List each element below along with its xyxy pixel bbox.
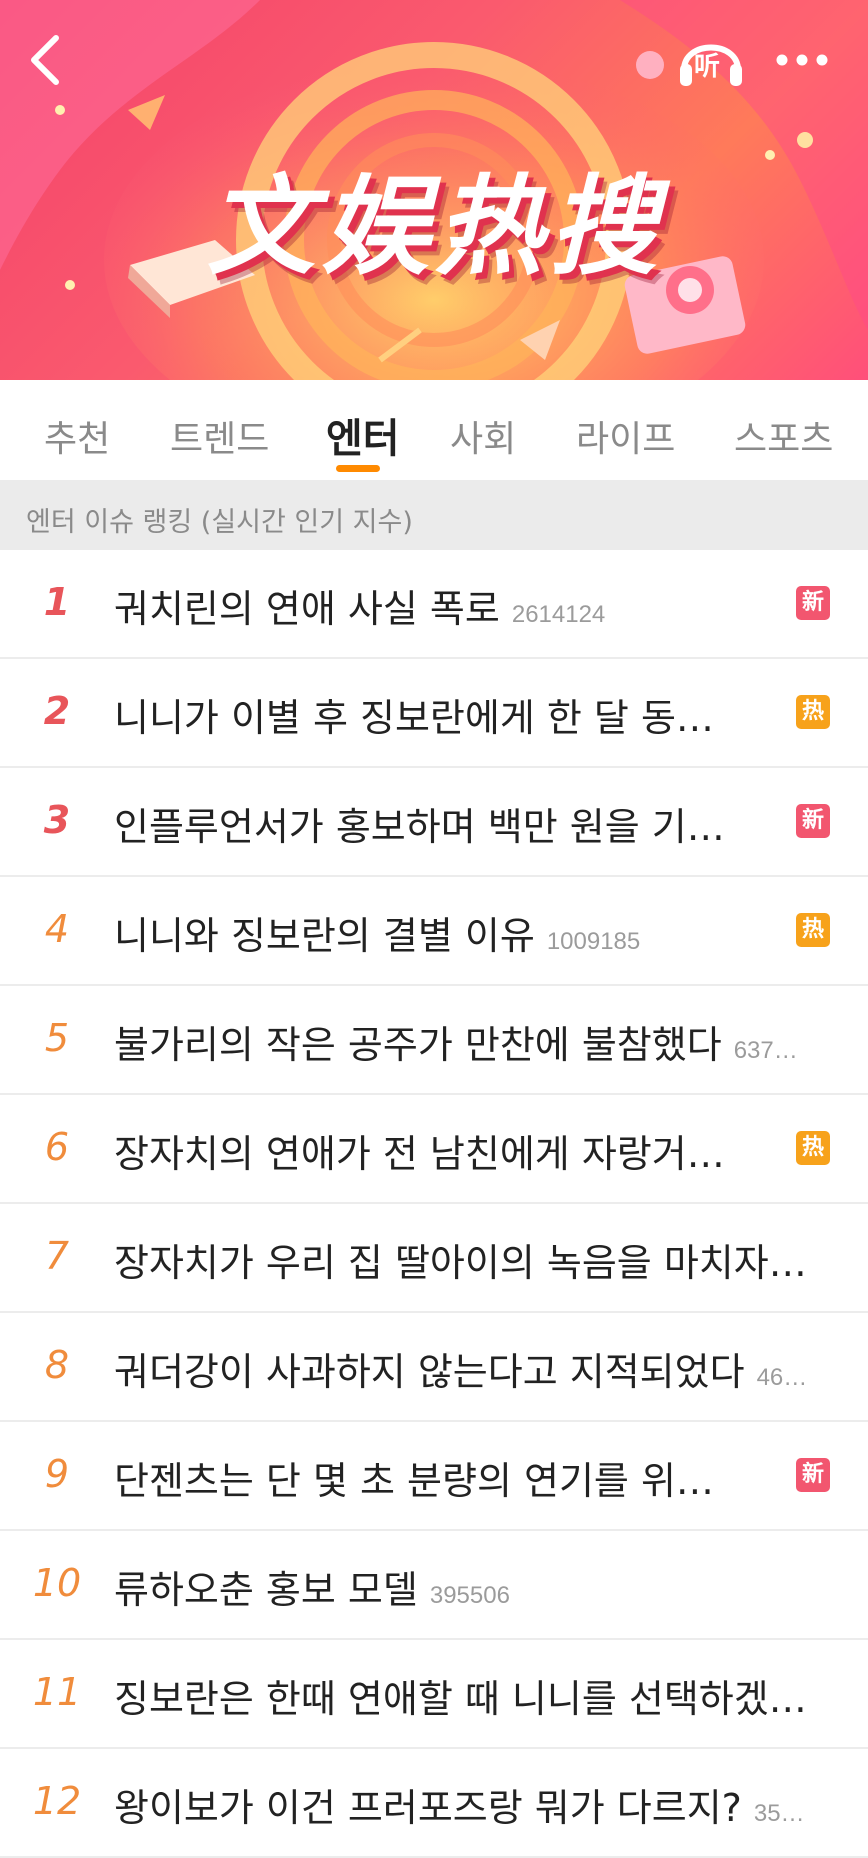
listen-button[interactable]: 听 bbox=[676, 26, 746, 92]
item-title: 궈더강이 사과하지 않는다고 지적되었다 bbox=[114, 1350, 745, 1391]
section-title: 엔터 이슈 랭킹 (실시간 인기 지수) bbox=[26, 507, 413, 538]
list-item[interactable]: 12 왕이보가 이건 프러포즈랑 뭐가 다르지? 35… bbox=[0, 1749, 868, 1858]
active-tab-indicator bbox=[336, 465, 380, 472]
more-dots-icon bbox=[776, 54, 828, 66]
tab-trend[interactable]: 트렌드 bbox=[170, 410, 269, 462]
list-item[interactable]: 4 니니와 징보란의 결별 이유 1009185 热 bbox=[0, 877, 868, 986]
back-button[interactable] bbox=[22, 30, 78, 86]
item-count: 1009185 bbox=[546, 928, 641, 955]
item-text: 징보란은 한때 연애할 때 니니를 선택하겠… bbox=[114, 1668, 844, 1718]
list-item[interactable]: 7 장자치가 우리 집 딸아이의 녹음을 마치자… bbox=[0, 1204, 868, 1313]
rank-number: 12 bbox=[32, 1779, 82, 1823]
item-title: 장자치의 연애가 전 남친에게 자랑거… bbox=[114, 1132, 725, 1173]
item-count: 46… bbox=[756, 1364, 808, 1391]
item-text: 장자치가 우리 집 딸아이의 녹음을 마치자… bbox=[114, 1232, 844, 1282]
list-item[interactable]: 11 징보란은 한때 연애할 때 니니를 선택하겠… bbox=[0, 1640, 868, 1749]
item-title: 인플루언서가 홍보하며 백만 원을 기… bbox=[114, 805, 725, 846]
rank-number: 4 bbox=[44, 907, 70, 951]
header-banner: 听 文娱热搜 bbox=[0, 0, 868, 380]
item-title: 단젠츠는 단 몇 초 분량의 연기를 위… bbox=[114, 1459, 714, 1500]
list-item[interactable]: 1 궈치린의 연애 사실 폭로 2614124 新 bbox=[0, 550, 868, 659]
list-item[interactable]: 3 인플루언서가 홍보하며 백만 원을 기… 新 bbox=[0, 768, 868, 877]
tab-entertainment[interactable]: 엔터 bbox=[326, 406, 400, 464]
category-tabs: 추천 트렌드 엔터 사회 라이프 스포츠 bbox=[0, 380, 868, 480]
item-title: 니니와 징보란의 결별 이유 bbox=[114, 914, 535, 955]
list-item[interactable]: 10 류하오춘 홍보 모델 395506 bbox=[0, 1531, 868, 1640]
rank-number: 8 bbox=[44, 1343, 70, 1387]
item-title: 왕이보가 이건 프러포즈랑 뭐가 다르지? bbox=[114, 1786, 742, 1827]
rank-number: 2 bbox=[43, 689, 71, 733]
rank-number: 7 bbox=[44, 1234, 70, 1278]
item-count: 395506 bbox=[429, 1582, 510, 1609]
item-text: 니니와 징보란의 결별 이유 1009185 bbox=[114, 905, 782, 955]
list-item[interactable]: 5 불가리의 작은 공주가 만찬에 불참했다 637… bbox=[0, 986, 868, 1095]
list-item[interactable]: 9 단젠츠는 단 몇 초 분량의 연기를 위… 新 bbox=[0, 1422, 868, 1531]
item-title: 장자치가 우리 집 딸아이의 녹음을 마치자… bbox=[114, 1241, 807, 1282]
new-badge: 新 bbox=[796, 1458, 830, 1492]
item-count: 637… bbox=[733, 1037, 798, 1064]
hot-badge: 热 bbox=[796, 1131, 830, 1165]
item-count: 35… bbox=[753, 1800, 805, 1827]
item-title: 니니가 이별 후 징보란에게 한 달 동… bbox=[114, 696, 714, 737]
hot-badge: 热 bbox=[796, 913, 830, 947]
more-button[interactable] bbox=[770, 38, 840, 82]
item-title: 불가리의 작은 공주가 만찬에 불참했다 bbox=[114, 1023, 722, 1064]
item-text: 인플루언서가 홍보하며 백만 원을 기… bbox=[114, 796, 782, 846]
item-text: 왕이보가 이건 프러포즈랑 뭐가 다르지? 35… bbox=[114, 1777, 844, 1827]
new-badge: 新 bbox=[796, 586, 830, 620]
rank-number: 5 bbox=[44, 1016, 70, 1060]
tab-life[interactable]: 라이프 bbox=[576, 410, 675, 462]
list-item[interactable]: 6 장자치의 연애가 전 남친에게 자랑거… 热 bbox=[0, 1095, 868, 1204]
ranking-list: 1 궈치린의 연애 사실 폭로 2614124 新 2 니니가 이별 후 징보란에… bbox=[0, 550, 868, 1858]
tab-sports[interactable]: 스포츠 bbox=[734, 410, 833, 462]
tab-society[interactable]: 사회 bbox=[450, 410, 516, 462]
list-item[interactable]: 8 궈더강이 사과하지 않는다고 지적되었다 46… bbox=[0, 1313, 868, 1422]
rank-number: 10 bbox=[32, 1561, 82, 1605]
item-text: 불가리의 작은 공주가 만찬에 불참했다 637… bbox=[114, 1014, 844, 1064]
item-count: 2614124 bbox=[511, 601, 606, 628]
item-text: 단젠츠는 단 몇 초 분량의 연기를 위… bbox=[114, 1450, 782, 1500]
rank-number: 3 bbox=[43, 798, 71, 842]
rank-number: 11 bbox=[32, 1670, 82, 1714]
item-text: 궈치린의 연애 사실 폭로 2614124 bbox=[114, 578, 782, 628]
chevron-left-icon bbox=[31, 35, 59, 85]
item-title: 징보란은 한때 연애할 때 니니를 선택하겠… bbox=[114, 1677, 807, 1718]
item-text: 궈더강이 사과하지 않는다고 지적되었다 46… bbox=[114, 1341, 844, 1391]
section-header: 엔터 이슈 랭킹 (실시간 인기 지수) bbox=[0, 480, 868, 550]
item-title: 궈치린의 연애 사실 폭로 bbox=[114, 587, 500, 628]
hot-badge: 热 bbox=[796, 695, 830, 729]
item-text: 니니가 이별 후 징보란에게 한 달 동… bbox=[114, 687, 782, 737]
list-item[interactable]: 2 니니가 이별 후 징보란에게 한 달 동… 热 bbox=[0, 659, 868, 768]
item-title: 류하오춘 홍보 모델 bbox=[114, 1568, 418, 1609]
banner-title: 文娱热搜 bbox=[206, 165, 663, 290]
new-badge: 新 bbox=[796, 804, 830, 838]
listen-label: 听 bbox=[694, 52, 721, 82]
rank-number: 1 bbox=[43, 580, 71, 624]
rank-number: 9 bbox=[44, 1452, 70, 1496]
item-text: 장자치의 연애가 전 남친에게 자랑거… bbox=[114, 1123, 782, 1173]
rank-number: 6 bbox=[44, 1125, 70, 1169]
item-text: 류하오춘 홍보 모델 395506 bbox=[114, 1559, 844, 1609]
tab-recommend[interactable]: 추천 bbox=[44, 410, 110, 462]
